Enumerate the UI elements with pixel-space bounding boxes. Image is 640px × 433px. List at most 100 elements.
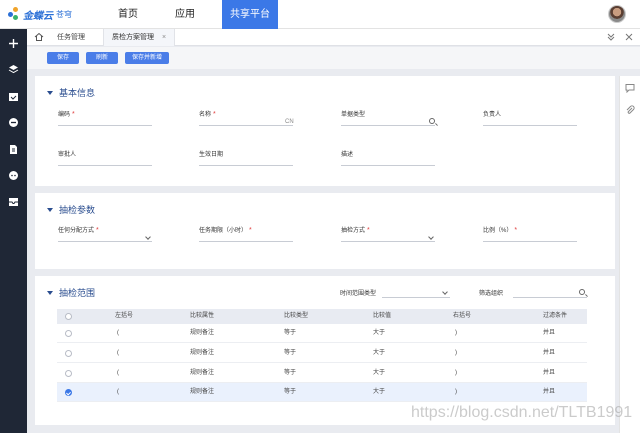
basic-info-header[interactable]: 基本信息 xyxy=(47,86,95,99)
table-cell[interactable]: 并且 xyxy=(543,364,555,383)
table-cell[interactable]: ) xyxy=(455,383,457,402)
home-icon[interactable] xyxy=(34,32,44,42)
table-cell[interactable]: 等于 xyxy=(284,383,296,402)
table-cell[interactable]: 规则备注 xyxy=(190,383,214,402)
table-cell[interactable]: ) xyxy=(455,364,457,383)
description-field[interactable]: 描述 xyxy=(341,149,435,166)
document-icon[interactable] xyxy=(8,144,19,155)
column-header[interactable]: 比较值 xyxy=(373,309,391,324)
time-range-type-select[interactable] xyxy=(382,297,450,298)
bill-type-input[interactable] xyxy=(341,125,435,126)
layers-icon[interactable] xyxy=(8,64,19,75)
table-cell[interactable]: 大于 xyxy=(373,344,385,363)
bill-type-field[interactable]: 单据类型 xyxy=(341,109,435,126)
table-cell[interactable]: ( xyxy=(117,364,119,383)
nav-apps[interactable]: 应用 xyxy=(156,0,214,29)
ratio-field[interactable]: 比例（%） * xyxy=(483,225,577,242)
chat-icon[interactable] xyxy=(8,170,19,181)
language-suffix[interactable]: CN xyxy=(285,119,294,125)
field-label: 筛选组织 xyxy=(479,291,504,297)
field-label: 比例（%） xyxy=(483,228,513,234)
inbox-icon[interactable] xyxy=(8,196,19,207)
table-row[interactable]: ( 规则备注 等于 大于 ) 并且 xyxy=(57,344,587,363)
table-cell[interactable]: 大于 xyxy=(373,383,385,402)
effective-date-input[interactable] xyxy=(199,165,293,166)
avatar[interactable] xyxy=(608,5,626,23)
row-radio[interactable] xyxy=(65,350,72,357)
table-cell[interactable]: ( xyxy=(117,324,119,343)
attachment-icon[interactable] xyxy=(625,105,635,115)
effective-date-field[interactable]: 生效日期 xyxy=(199,149,293,166)
task-deadline-field[interactable]: 任务期限（小时） * xyxy=(199,225,293,242)
owner-field[interactable]: 负责人 xyxy=(483,109,577,126)
save-button[interactable]: 保存 xyxy=(47,52,79,64)
filter-org-field[interactable]: 筛选组织 xyxy=(479,288,587,298)
calendar-check-icon[interactable] xyxy=(8,91,19,102)
code-input[interactable] xyxy=(58,125,152,126)
column-header[interactable]: 左括号 xyxy=(115,309,133,324)
owner-input[interactable] xyxy=(483,125,577,126)
sampling-params-header[interactable]: 抽检参数 xyxy=(47,203,95,216)
refresh-button[interactable]: 刷新 xyxy=(86,52,118,64)
approver-input[interactable] xyxy=(58,165,152,166)
close-all-icon[interactable] xyxy=(624,32,634,42)
table-cell[interactable]: 并且 xyxy=(543,324,555,343)
select-all-radio[interactable] xyxy=(65,313,72,320)
column-header[interactable]: 过滤条件 xyxy=(543,309,567,324)
row-radio[interactable] xyxy=(65,389,72,396)
name-field[interactable]: 名称 * CN xyxy=(199,109,294,126)
table-cell[interactable]: 大于 xyxy=(373,324,385,343)
column-header[interactable]: 右括号 xyxy=(453,309,471,324)
table-row[interactable]: ( 规则备注 等于 大于 ) 并且 xyxy=(57,383,587,402)
table-cell[interactable]: 等于 xyxy=(284,324,296,343)
ratio-input[interactable] xyxy=(483,241,577,242)
table-cell[interactable]: ( xyxy=(117,344,119,363)
time-range-type-field[interactable]: 时间范围类型 xyxy=(340,288,450,298)
table-cell[interactable]: 规则备注 xyxy=(190,344,214,363)
minus-circle-icon[interactable] xyxy=(8,117,19,128)
plus-icon[interactable] xyxy=(8,38,19,49)
table-cell[interactable]: 大于 xyxy=(373,364,385,383)
tab-task-management[interactable]: 任务管理 xyxy=(49,29,93,46)
table-cell[interactable]: 并且 xyxy=(543,344,555,363)
tab-qc-plan-management[interactable]: 质检方案管理 × xyxy=(103,29,176,46)
task-deadline-input[interactable] xyxy=(199,241,293,242)
search-icon[interactable] xyxy=(429,118,435,124)
assign-method-field[interactable]: 任何分配方式 * xyxy=(58,225,152,242)
code-field[interactable]: 编码 * xyxy=(58,109,152,126)
assign-method-select[interactable] xyxy=(58,241,152,242)
table-cell[interactable]: ) xyxy=(455,324,457,343)
search-icon[interactable] xyxy=(579,289,585,295)
table-cell[interactable]: 规则备注 xyxy=(190,324,214,343)
double-chevron-down-icon[interactable] xyxy=(606,32,616,42)
table-cell[interactable]: ) xyxy=(455,344,457,363)
table-row[interactable]: ( 规则备注 等于 大于 ) 并且 xyxy=(57,364,587,383)
brand-logo[interactable]: 金蝶云 苍穹 xyxy=(8,7,72,22)
approver-field[interactable]: 审批人 xyxy=(58,149,152,166)
chevron-down-icon[interactable] xyxy=(428,234,434,240)
column-header[interactable]: 比较属性 xyxy=(190,309,214,324)
chevron-down-icon[interactable] xyxy=(145,234,151,240)
table-cell[interactable]: 规则备注 xyxy=(190,364,214,383)
save-and-new-button[interactable]: 保存并新增 xyxy=(125,52,169,64)
sampling-scope-header[interactable]: 抽检范围 xyxy=(47,286,95,299)
table-cell[interactable]: 等于 xyxy=(284,364,296,383)
chevron-down-icon[interactable] xyxy=(442,289,448,295)
field-label: 单据类型 xyxy=(341,112,366,118)
sampling-method-select[interactable] xyxy=(341,241,435,242)
comment-icon[interactable] xyxy=(625,83,635,93)
sampling-method-field[interactable]: 抽检方式 * xyxy=(341,225,435,242)
filter-org-input[interactable] xyxy=(513,297,587,298)
row-radio[interactable] xyxy=(65,370,72,377)
close-icon[interactable]: × xyxy=(162,34,166,41)
table-cell[interactable]: 等于 xyxy=(284,344,296,363)
table-row[interactable]: ( 规则备注 等于 大于 ) 并且 xyxy=(57,324,587,343)
table-cell[interactable]: 并且 xyxy=(543,383,555,402)
column-header[interactable]: 比较类型 xyxy=(284,309,308,324)
description-input[interactable] xyxy=(341,165,435,166)
nav-shared-platform[interactable]: 共享平台 xyxy=(222,0,278,29)
nav-home[interactable]: 首页 xyxy=(104,0,152,29)
name-input[interactable] xyxy=(199,125,293,126)
table-cell[interactable]: ( xyxy=(117,383,119,402)
row-radio[interactable] xyxy=(65,330,72,337)
